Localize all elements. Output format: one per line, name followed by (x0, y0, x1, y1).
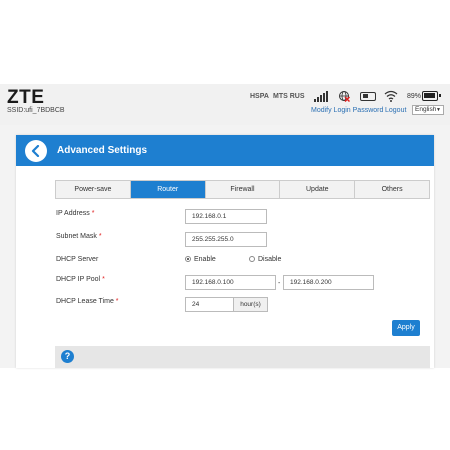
help-icon[interactable]: ? (61, 350, 74, 363)
page: ZTE SSID:ufi_7BDBCB HSPA MTS RUS 89% Mod… (0, 0, 450, 450)
dhcp-pool-start-input[interactable]: 192.168.0.100 (185, 275, 276, 290)
tab-firewall[interactable]: Firewall (206, 181, 281, 198)
header-bar (0, 84, 450, 125)
logout-link[interactable]: Logout (385, 107, 406, 114)
dhcp-pool-end-input[interactable]: 192.168.0.200 (283, 275, 374, 290)
battery-percent: 89% (407, 93, 422, 100)
lease-time-text: DHCP Lease Time (56, 298, 114, 305)
subnet-mask-text: Subnet Mask (56, 233, 97, 240)
tab-others[interactable]: Others (355, 181, 429, 198)
chevron-down-icon: ▼ (436, 107, 441, 113)
ip-address-input[interactable]: 192.168.0.1 (185, 209, 267, 224)
lease-time-unit: hour(s) (234, 297, 268, 312)
battery-icon (422, 91, 441, 101)
dhcp-pool-text: DHCP IP Pool (56, 276, 101, 283)
lease-time-label: DHCP Lease Time * (56, 298, 119, 305)
modify-password-link[interactable]: Modify Login Password (311, 107, 383, 114)
ssid-label: SSID:ufi_7BDBCB (7, 107, 65, 114)
zte-logo: ZTE (7, 87, 45, 108)
required-mark: * (115, 298, 119, 305)
carrier-name: MTS RUS (273, 93, 305, 100)
language-select[interactable]: English ▼ (412, 105, 444, 115)
lease-time-input[interactable]: 24 (185, 297, 234, 312)
chevron-left-icon (31, 145, 40, 157)
dhcp-pool-label: DHCP IP Pool * (56, 276, 105, 283)
apply-button[interactable]: Apply (392, 320, 420, 336)
tab-update[interactable]: Update (280, 181, 356, 198)
ip-address-text: IP Address (56, 210, 90, 217)
required-mark: * (91, 210, 95, 217)
globe-icon (339, 91, 350, 102)
required-mark: * (98, 233, 102, 240)
language-value: English (415, 106, 437, 113)
dhcp-disable-radio[interactable] (249, 256, 255, 262)
tab-power-save[interactable]: Power-save (56, 181, 131, 198)
help-bar: ? (55, 346, 430, 368)
ip-address-label: IP Address * (56, 210, 94, 217)
dhcp-enable-label: Enable (194, 256, 216, 263)
dhcp-disable-label: Disable (258, 256, 282, 263)
settings-tabs: Power-save Router Firewall Update Others (55, 180, 430, 199)
signal-icon (314, 90, 328, 102)
panel-header: Advanced Settings (16, 135, 434, 166)
page-title: Advanced Settings (57, 145, 148, 156)
subnet-mask-input[interactable]: 255.255.255.0 (185, 232, 267, 247)
back-button[interactable] (25, 140, 47, 162)
dhcp-server-label: DHCP Server (56, 256, 99, 263)
tab-router[interactable]: Router (130, 181, 206, 198)
required-mark: * (102, 276, 105, 283)
subnet-mask-label: Subnet Mask * (56, 233, 102, 240)
network-type: HSPA (250, 93, 269, 100)
dhcp-enable-radio[interactable] (185, 256, 191, 262)
advanced-settings-panel: Advanced Settings (16, 135, 434, 368)
wifi-icon (384, 90, 398, 102)
pool-separator: - (278, 280, 281, 287)
sim-icon (360, 92, 376, 101)
